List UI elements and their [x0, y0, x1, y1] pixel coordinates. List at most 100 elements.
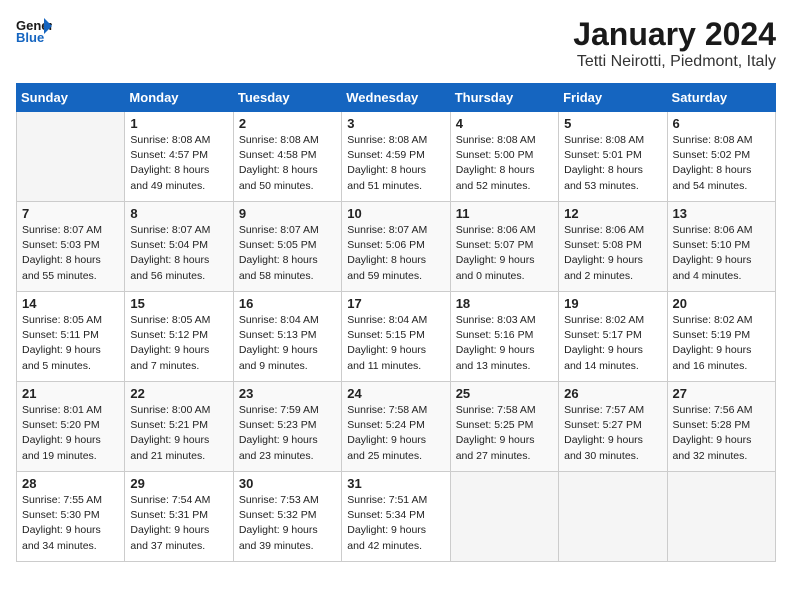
- daylight-text: Daylight: 9 hours and 19 minutes.: [22, 434, 101, 461]
- sunrise-text: Sunrise: 8:01 AM: [22, 404, 102, 416]
- calendar-cell: 19 Sunrise: 8:02 AM Sunset: 5:17 PM Dayl…: [559, 292, 667, 382]
- day-info: Sunrise: 7:59 AM Sunset: 5:23 PM Dayligh…: [239, 403, 336, 464]
- calendar-cell: 4 Sunrise: 8:08 AM Sunset: 5:00 PM Dayli…: [450, 112, 558, 202]
- sunset-text: Sunset: 5:13 PM: [239, 329, 317, 341]
- calendar-cell: 13 Sunrise: 8:06 AM Sunset: 5:10 PM Dayl…: [667, 202, 775, 292]
- sunrise-text: Sunrise: 8:08 AM: [347, 134, 427, 146]
- daylight-text: Daylight: 9 hours and 0 minutes.: [456, 254, 535, 281]
- day-info: Sunrise: 7:55 AM Sunset: 5:30 PM Dayligh…: [22, 493, 119, 554]
- calendar-cell: 12 Sunrise: 8:06 AM Sunset: 5:08 PM Dayl…: [559, 202, 667, 292]
- day-info: Sunrise: 8:08 AM Sunset: 5:02 PM Dayligh…: [673, 133, 770, 194]
- calendar-cell: 10 Sunrise: 8:07 AM Sunset: 5:06 PM Dayl…: [342, 202, 450, 292]
- sunrise-text: Sunrise: 7:57 AM: [564, 404, 644, 416]
- day-number: 1: [130, 116, 227, 131]
- daylight-text: Daylight: 8 hours and 55 minutes.: [22, 254, 101, 281]
- sunset-text: Sunset: 5:03 PM: [22, 239, 100, 251]
- day-info: Sunrise: 8:05 AM Sunset: 5:11 PM Dayligh…: [22, 313, 119, 374]
- sunset-text: Sunset: 5:11 PM: [22, 329, 99, 341]
- day-number: 12: [564, 206, 661, 221]
- day-number: 26: [564, 386, 661, 401]
- sunrise-text: Sunrise: 7:55 AM: [22, 494, 102, 506]
- day-number: 27: [673, 386, 770, 401]
- day-number: 22: [130, 386, 227, 401]
- day-info: Sunrise: 8:08 AM Sunset: 4:58 PM Dayligh…: [239, 133, 336, 194]
- day-number: 7: [22, 206, 119, 221]
- sunset-text: Sunset: 5:20 PM: [22, 419, 100, 431]
- weekday-header-saturday: Saturday: [667, 84, 775, 112]
- daylight-text: Daylight: 9 hours and 7 minutes.: [130, 344, 209, 371]
- sunrise-text: Sunrise: 8:05 AM: [130, 314, 210, 326]
- day-number: 3: [347, 116, 444, 131]
- day-number: 24: [347, 386, 444, 401]
- day-info: Sunrise: 8:07 AM Sunset: 5:06 PM Dayligh…: [347, 223, 444, 284]
- day-number: 13: [673, 206, 770, 221]
- weekday-header-row: SundayMondayTuesdayWednesdayThursdayFrid…: [17, 84, 776, 112]
- day-info: Sunrise: 8:08 AM Sunset: 5:01 PM Dayligh…: [564, 133, 661, 194]
- sunset-text: Sunset: 4:59 PM: [347, 149, 425, 161]
- sunrise-text: Sunrise: 8:07 AM: [22, 224, 102, 236]
- week-row-4: 21 Sunrise: 8:01 AM Sunset: 5:20 PM Dayl…: [17, 382, 776, 472]
- sunrise-text: Sunrise: 7:59 AM: [239, 404, 319, 416]
- calendar-cell: 20 Sunrise: 8:02 AM Sunset: 5:19 PM Dayl…: [667, 292, 775, 382]
- sunset-text: Sunset: 5:21 PM: [130, 419, 208, 431]
- day-number: 14: [22, 296, 119, 311]
- daylight-text: Daylight: 9 hours and 37 minutes.: [130, 524, 209, 551]
- day-number: 9: [239, 206, 336, 221]
- day-info: Sunrise: 7:56 AM Sunset: 5:28 PM Dayligh…: [673, 403, 770, 464]
- daylight-text: Daylight: 9 hours and 21 minutes.: [130, 434, 209, 461]
- day-info: Sunrise: 8:06 AM Sunset: 5:07 PM Dayligh…: [456, 223, 553, 284]
- sunrise-text: Sunrise: 8:07 AM: [130, 224, 210, 236]
- day-info: Sunrise: 8:06 AM Sunset: 5:10 PM Dayligh…: [673, 223, 770, 284]
- day-number: 10: [347, 206, 444, 221]
- sunrise-text: Sunrise: 8:06 AM: [673, 224, 753, 236]
- daylight-text: Daylight: 9 hours and 42 minutes.: [347, 524, 426, 551]
- title-area: January 2024 Tetti Neirotti, Piedmont, I…: [573, 16, 776, 71]
- week-row-5: 28 Sunrise: 7:55 AM Sunset: 5:30 PM Dayl…: [17, 472, 776, 562]
- sunset-text: Sunset: 5:06 PM: [347, 239, 425, 251]
- sunset-text: Sunset: 5:32 PM: [239, 509, 317, 521]
- sunset-text: Sunset: 5:05 PM: [239, 239, 317, 251]
- weekday-header-wednesday: Wednesday: [342, 84, 450, 112]
- sunrise-text: Sunrise: 8:07 AM: [347, 224, 427, 236]
- day-info: Sunrise: 7:57 AM Sunset: 5:27 PM Dayligh…: [564, 403, 661, 464]
- day-number: 31: [347, 476, 444, 491]
- day-info: Sunrise: 8:03 AM Sunset: 5:16 PM Dayligh…: [456, 313, 553, 374]
- day-info: Sunrise: 7:51 AM Sunset: 5:34 PM Dayligh…: [347, 493, 444, 554]
- sunset-text: Sunset: 5:00 PM: [456, 149, 534, 161]
- calendar-cell: 14 Sunrise: 8:05 AM Sunset: 5:11 PM Dayl…: [17, 292, 125, 382]
- calendar-cell: 22 Sunrise: 8:00 AM Sunset: 5:21 PM Dayl…: [125, 382, 233, 472]
- sunrise-text: Sunrise: 8:06 AM: [456, 224, 536, 236]
- daylight-text: Daylight: 9 hours and 39 minutes.: [239, 524, 318, 551]
- day-info: Sunrise: 8:07 AM Sunset: 5:04 PM Dayligh…: [130, 223, 227, 284]
- day-number: 11: [456, 206, 553, 221]
- day-info: Sunrise: 8:00 AM Sunset: 5:21 PM Dayligh…: [130, 403, 227, 464]
- daylight-text: Daylight: 9 hours and 25 minutes.: [347, 434, 426, 461]
- sunset-text: Sunset: 5:19 PM: [673, 329, 751, 341]
- day-number: 15: [130, 296, 227, 311]
- calendar-cell: 30 Sunrise: 7:53 AM Sunset: 5:32 PM Dayl…: [233, 472, 341, 562]
- sunset-text: Sunset: 5:25 PM: [456, 419, 534, 431]
- sunset-text: Sunset: 5:10 PM: [673, 239, 751, 251]
- day-info: Sunrise: 8:05 AM Sunset: 5:12 PM Dayligh…: [130, 313, 227, 374]
- daylight-text: Daylight: 8 hours and 53 minutes.: [564, 164, 643, 191]
- calendar-table: SundayMondayTuesdayWednesdayThursdayFrid…: [16, 83, 776, 562]
- sunset-text: Sunset: 5:23 PM: [239, 419, 317, 431]
- calendar-cell: [667, 472, 775, 562]
- sunrise-text: Sunrise: 8:08 AM: [564, 134, 644, 146]
- day-number: 17: [347, 296, 444, 311]
- weekday-header-thursday: Thursday: [450, 84, 558, 112]
- calendar-cell: [450, 472, 558, 562]
- sunrise-text: Sunrise: 8:05 AM: [22, 314, 102, 326]
- sunset-text: Sunset: 4:58 PM: [239, 149, 317, 161]
- calendar-cell: 5 Sunrise: 8:08 AM Sunset: 5:01 PM Dayli…: [559, 112, 667, 202]
- logo: General Blue: [16, 16, 52, 44]
- calendar-cell: 24 Sunrise: 7:58 AM Sunset: 5:24 PM Dayl…: [342, 382, 450, 472]
- daylight-text: Daylight: 9 hours and 14 minutes.: [564, 344, 643, 371]
- day-number: 16: [239, 296, 336, 311]
- daylight-text: Daylight: 9 hours and 5 minutes.: [22, 344, 101, 371]
- day-info: Sunrise: 7:58 AM Sunset: 5:25 PM Dayligh…: [456, 403, 553, 464]
- weekday-header-sunday: Sunday: [17, 84, 125, 112]
- sunrise-text: Sunrise: 8:03 AM: [456, 314, 536, 326]
- weekday-header-monday: Monday: [125, 84, 233, 112]
- calendar-cell: 28 Sunrise: 7:55 AM Sunset: 5:30 PM Dayl…: [17, 472, 125, 562]
